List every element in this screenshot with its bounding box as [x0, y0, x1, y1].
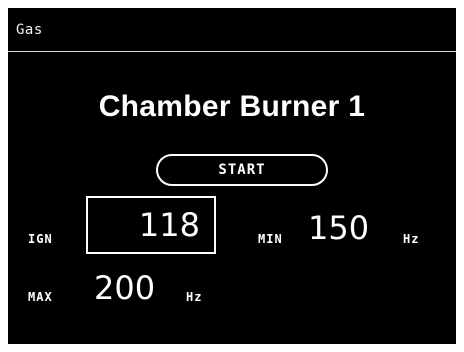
min-label: MIN — [258, 232, 283, 246]
min-unit: Hz — [403, 232, 420, 246]
page-title: Chamber Burner 1 — [98, 90, 366, 123]
max-unit: Hz — [186, 290, 203, 304]
header-title: Gas — [16, 22, 43, 38]
start-button[interactable]: START — [156, 154, 328, 186]
device-screen: Gas Chamber Burner 1 START IGN 118 MIN 1… — [8, 8, 456, 344]
ign-label: IGN — [28, 232, 53, 246]
max-value: 200 — [94, 269, 156, 307]
ign-value: 118 — [138, 206, 200, 244]
max-label: MAX — [28, 290, 53, 304]
header-bar: Gas — [8, 8, 456, 52]
ign-value-field[interactable]: 118 — [86, 196, 216, 254]
min-value: 150 — [308, 209, 370, 247]
